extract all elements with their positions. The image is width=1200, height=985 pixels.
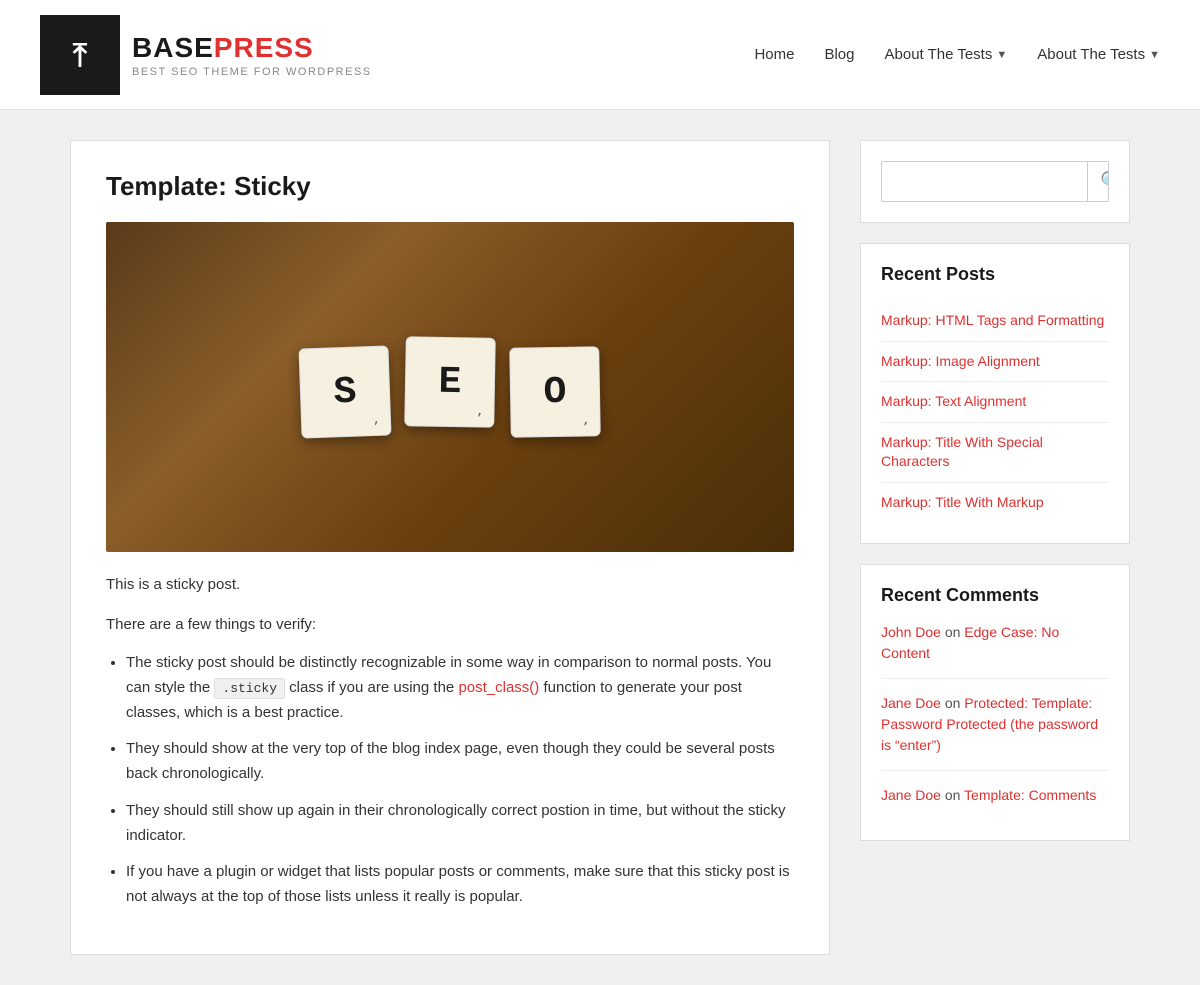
nav-home[interactable]: Home: [754, 46, 794, 63]
sidebar: 🔍 Recent Posts Markup: HTML Tags and For…: [860, 140, 1130, 955]
nav-blog[interactable]: Blog: [824, 46, 854, 63]
brand-base: BASE: [132, 32, 214, 63]
recent-posts-widget: Recent Posts Markup: HTML Tags and Forma…: [860, 243, 1130, 544]
recent-post-item: Markup: Title With Special Characters: [881, 423, 1109, 483]
chevron-down-icon: ▼: [1149, 49, 1160, 61]
comment-item-2: Jane Doe on Protected: Template: Passwor…: [881, 693, 1109, 771]
tile-s: S: [298, 345, 391, 438]
search-button[interactable]: 🔍: [1087, 162, 1109, 201]
main-content: Template: Sticky S E O This is a sticky …: [70, 140, 830, 955]
recent-post-item: Markup: HTML Tags and Formatting: [881, 301, 1109, 342]
on-text-1: on: [945, 624, 964, 640]
nav-about-tests-1[interactable]: About The Tests ▼: [885, 46, 1008, 63]
seo-tiles: S E O: [300, 337, 600, 437]
code-sticky: .sticky: [214, 678, 285, 699]
bullet-3: They should still show up again in their…: [126, 799, 794, 849]
commenter-link-2[interactable]: Jane Doe: [881, 695, 941, 711]
on-text-2: on: [945, 695, 964, 711]
tile-e: E: [404, 336, 496, 428]
search-box: 🔍: [881, 161, 1109, 202]
main-nav: Home Blog About The Tests ▼ About The Te…: [754, 46, 1160, 63]
logo-chevron-icon: ⤒: [73, 39, 87, 71]
recent-post-link-4[interactable]: Markup: Title With Special Characters: [881, 434, 1043, 470]
bullet-4: If you have a plugin or widget that list…: [126, 860, 794, 910]
bullet-2: They should show at the very top of the …: [126, 737, 794, 787]
recent-post-link-1[interactable]: Markup: HTML Tags and Formatting: [881, 312, 1104, 328]
recent-post-item: Markup: Title With Markup: [881, 483, 1109, 523]
commenter-link-1[interactable]: John Doe: [881, 624, 941, 640]
logo-tagline: BEST SEO THEME FOR WORDPRESS: [132, 66, 372, 78]
recent-post-item: Markup: Text Alignment: [881, 382, 1109, 423]
hero-image: S E O: [106, 222, 794, 552]
chevron-down-icon: ▼: [996, 49, 1007, 61]
recent-post-link-3[interactable]: Markup: Text Alignment: [881, 393, 1026, 409]
comment-item-3: Jane Doe on Template: Comments: [881, 785, 1109, 820]
recent-post-link-2[interactable]: Markup: Image Alignment: [881, 353, 1040, 369]
intro-line2: There are a few things to verify:: [106, 612, 794, 638]
comment-item-1: John Doe on Edge Case: No Content: [881, 622, 1109, 679]
site-header: ⤒ BASEPRESS BEST SEO THEME FOR WORDPRESS…: [0, 0, 1200, 110]
search-widget: 🔍: [860, 140, 1130, 223]
logo-text: BASEPRESS BEST SEO THEME FOR WORDPRESS: [132, 32, 372, 78]
logo-area: ⤒ BASEPRESS BEST SEO THEME FOR WORDPRESS: [40, 15, 372, 95]
comment-post-link-3[interactable]: Template: Comments: [964, 787, 1096, 803]
recent-posts-title: Recent Posts: [881, 264, 1109, 285]
recent-post-item: Markup: Image Alignment: [881, 342, 1109, 383]
bullet-1: The sticky post should be distinctly rec…: [126, 651, 794, 725]
recent-posts-list: Markup: HTML Tags and Formatting Markup:…: [881, 301, 1109, 523]
on-text-3: on: [945, 787, 964, 803]
page-wrapper: Template: Sticky S E O This is a sticky …: [50, 110, 1150, 985]
link-post-class[interactable]: post_class(): [458, 679, 539, 696]
nav-about-tests-2[interactable]: About The Tests ▼: [1037, 46, 1160, 63]
commenter-link-3[interactable]: Jane Doe: [881, 787, 941, 803]
recent-comments-title: Recent Comments: [881, 585, 1109, 606]
logo-brand: BASEPRESS: [132, 32, 372, 64]
page-title: Template: Sticky: [106, 171, 794, 202]
tile-o: O: [509, 346, 601, 438]
search-input[interactable]: [882, 164, 1087, 200]
post-body: This is a sticky post. There are a few t…: [106, 572, 794, 910]
brand-press: PRESS: [214, 32, 314, 63]
recent-post-link-5[interactable]: Markup: Title With Markup: [881, 494, 1044, 510]
recent-comments-widget: Recent Comments John Doe on Edge Case: N…: [860, 564, 1130, 841]
bullet-list: The sticky post should be distinctly rec…: [126, 651, 794, 910]
intro-line1: This is a sticky post.: [106, 572, 794, 598]
logo-icon-box: ⤒: [40, 15, 120, 95]
